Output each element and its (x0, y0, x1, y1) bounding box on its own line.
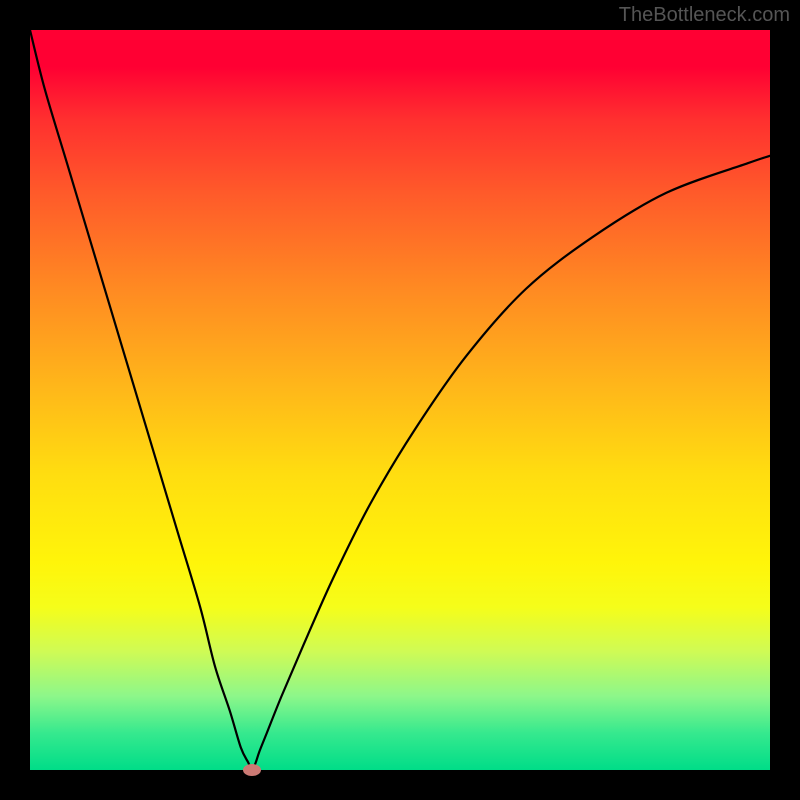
watermark-text: TheBottleneck.com (619, 4, 790, 27)
plot-area (30, 30, 770, 770)
chart-frame: TheBottleneck.com (0, 0, 800, 800)
bottleneck-curve (30, 30, 770, 770)
curve-svg (30, 30, 770, 770)
optimal-marker (243, 764, 261, 776)
